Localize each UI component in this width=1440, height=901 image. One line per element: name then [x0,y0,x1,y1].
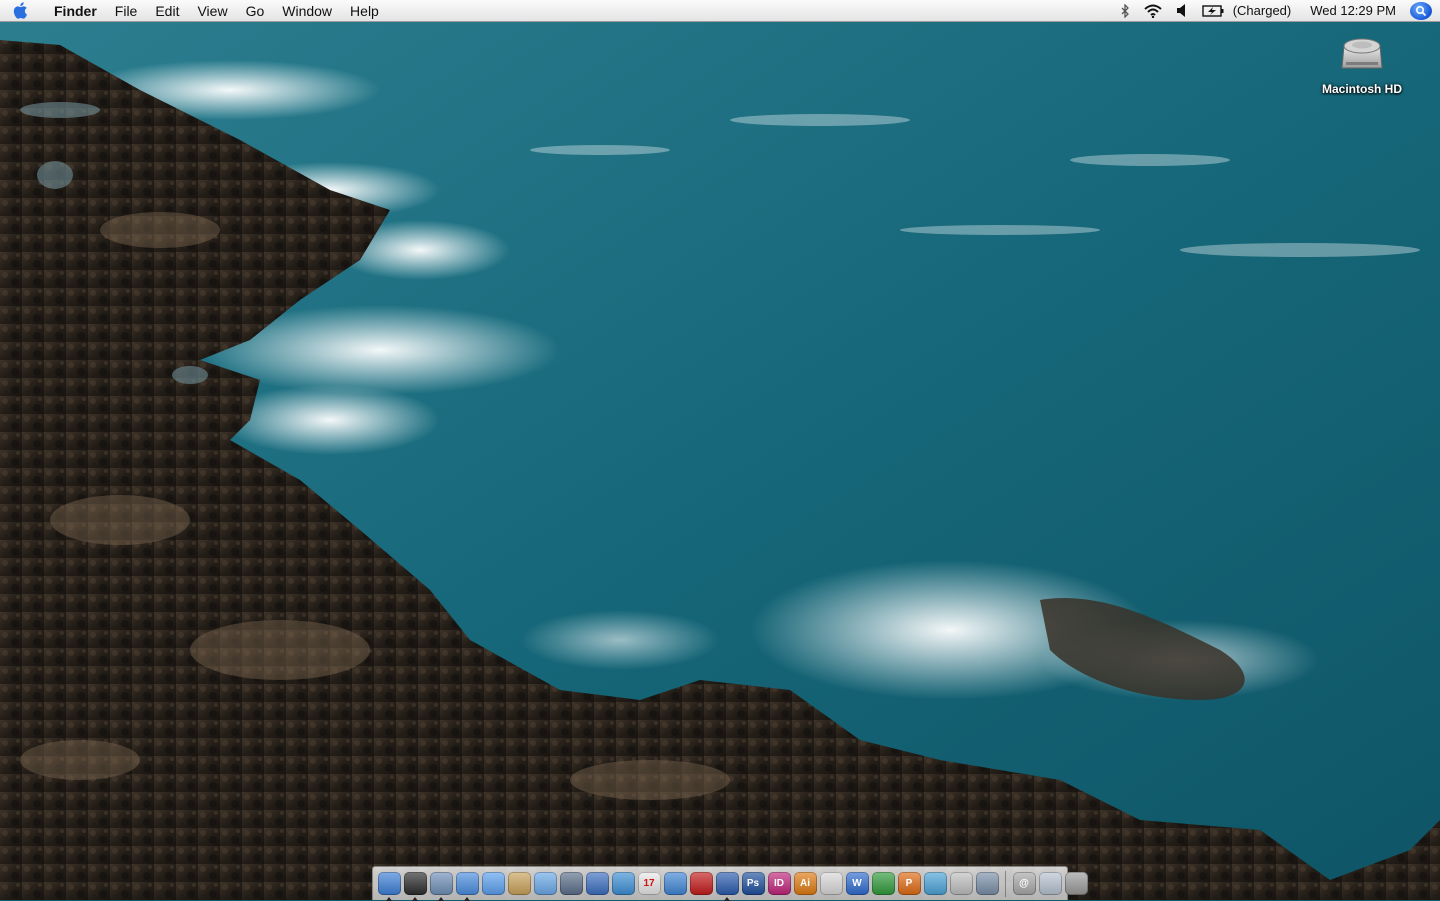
safari-icon[interactable] [455,872,479,901]
ical-icon[interactable]: 17 [637,872,661,895]
menu-window[interactable]: Window [273,0,341,22]
flash-icon[interactable] [689,872,713,895]
screenshot-icon[interactable] [949,872,973,895]
word-label: W [852,877,862,889]
photoshop-label: Ps [746,877,760,889]
desktop-icon-label: Macintosh HD [1321,82,1402,96]
dock-right-items: @ [1011,872,1089,895]
menu-go[interactable]: Go [237,0,274,22]
system-preferences-icon[interactable] [663,872,687,895]
finder-icon[interactable] [377,872,401,901]
image-capture-icon[interactable] [975,872,999,895]
itunes-icon[interactable] [533,872,557,895]
battery-icon[interactable] [1195,0,1231,22]
menu-clock[interactable]: Wed 12:29 PM [1300,3,1406,18]
apple-icon [13,2,27,19]
hard-drive-icon [1338,30,1386,78]
indesign-icon[interactable]: ID [767,872,791,895]
illustrator-icon[interactable]: Ai [793,872,817,895]
messenger-icon[interactable] [923,872,947,895]
preview-icon[interactable] [429,872,453,901]
menu-file[interactable]: File [106,0,147,22]
menu-view[interactable]: View [188,0,236,22]
menu-help[interactable]: Help [341,0,388,22]
excel-icon[interactable] [871,872,895,895]
battery-status-text[interactable]: (Charged) [1231,3,1301,18]
downloads-stack-label: @ [1019,877,1029,889]
address-book-icon[interactable] [507,872,531,895]
downloads-stack-icon[interactable]: @ [1012,872,1036,895]
documents-folder-icon[interactable] [1038,872,1062,895]
dock-divider [1005,870,1006,897]
ichat-icon[interactable] [481,872,505,895]
ical-label: 17 [643,877,655,889]
desktop-icon-macintosh-hd[interactable]: Macintosh HD [1312,30,1412,96]
textedit-icon[interactable] [819,872,843,895]
apple-menu[interactable] [0,0,40,22]
indesign-label: ID [774,877,784,889]
menu-bar: Finder File Edit View Go Window Help (Ch… [0,0,1440,22]
trash-icon[interactable] [1064,872,1088,895]
volume-icon[interactable] [1169,0,1195,22]
iphoto-icon[interactable] [559,872,583,895]
dock-apps: 17 Ps ID Ai W P [376,872,1000,901]
word-icon[interactable]: W [845,872,869,895]
illustrator-label: Ai [800,877,810,889]
powerpoint-icon[interactable]: P [897,872,921,895]
menu-extras: (Charged) Wed 12:29 PM [1114,0,1440,22]
dock: 17 Ps ID Ai W P @ [372,866,1088,901]
mail-icon[interactable] [611,872,635,895]
spotlight-icon[interactable] [1410,1,1432,20]
wifi-icon[interactable] [1137,0,1169,22]
network-icon[interactable] [715,872,739,901]
dashboard-icon[interactable] [403,872,427,901]
bluetooth-icon[interactable] [1114,0,1137,22]
photoshop-icon[interactable]: Ps [741,872,765,895]
powerpoint-label: P [905,877,913,889]
menu-edit[interactable]: Edit [146,0,188,22]
imovie-icon[interactable] [585,872,609,895]
desktop-wallpaper [0,0,1440,900]
menu-finder[interactable]: Finder [40,0,106,22]
